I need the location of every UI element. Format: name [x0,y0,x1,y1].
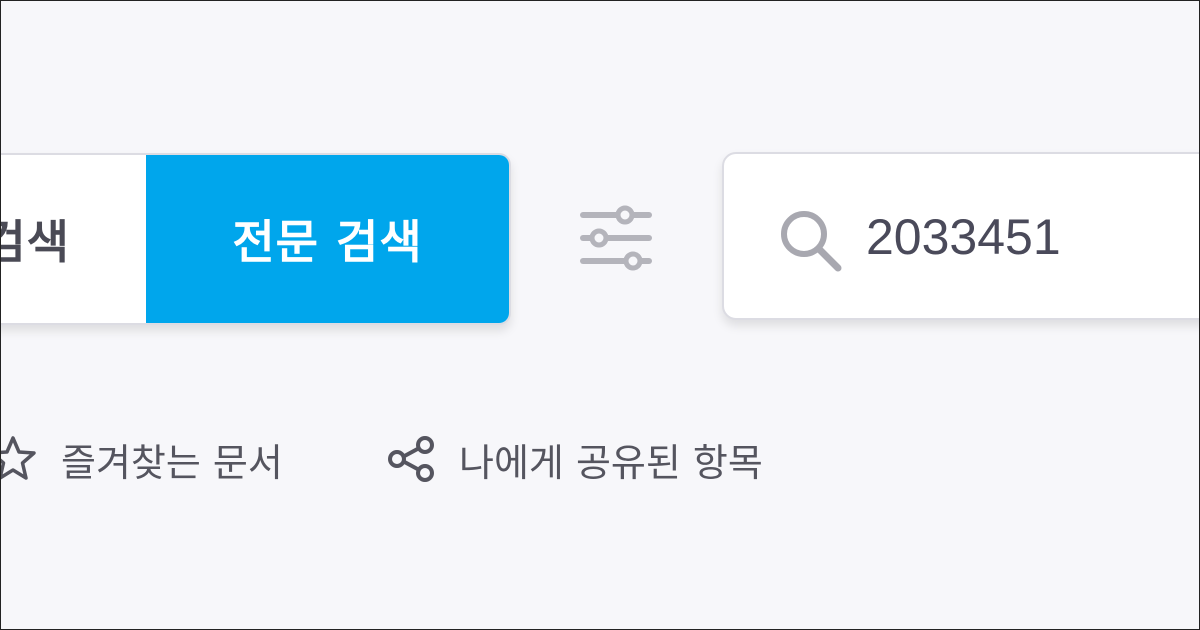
search-screen: 검색 전문 검색 [0,0,1200,630]
search-input[interactable] [866,200,1199,274]
search-icon [781,211,842,272]
search-mode-toggle: 검색 전문 검색 [1,153,511,325]
full-text-search-tab[interactable]: 전문 검색 [146,155,509,323]
favorites-link[interactable]: 즐겨찾는 문서 [1,429,283,489]
shared-with-me-label: 나에게 공유된 항목 [459,440,763,485]
shared-with-me-link[interactable]: 나에게 공유된 항목 [385,429,763,489]
sliders-icon [580,205,652,271]
filter-button[interactable] [575,201,657,275]
star-icon [1,436,36,480]
favorites-label: 즐겨찾는 문서 [61,440,283,485]
basic-search-tab[interactable]: 검색 [1,155,146,323]
search-box [722,152,1199,320]
share-icon [388,436,434,482]
basic-search-label: 검색 [1,215,70,269]
full-text-search-label: 전문 검색 [232,215,423,269]
